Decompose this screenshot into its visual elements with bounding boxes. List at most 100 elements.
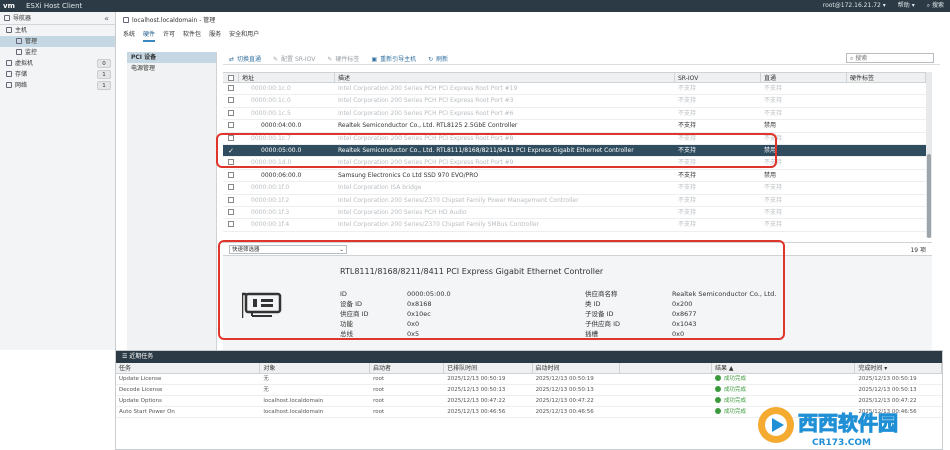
table-row[interactable]: 0000:00:1f.3 Intel Corporation 200 Series… [223,207,926,220]
checkbox[interactable] [228,122,234,129]
tab-3[interactable]: 软件包 [183,29,201,42]
checkbox[interactable] [228,196,234,203]
nav-item-icon [16,49,22,55]
grid-scrollbar[interactable] [926,72,932,238]
task-initiator: root [373,398,385,404]
row-checkbox[interactable] [223,83,239,94]
grid-header: 地址 描述 SR-IOV 直通 硬件标签 [223,72,926,83]
checkbox[interactable] [228,171,234,178]
table-row[interactable]: 0000:04:00.0 Realtek Semiconductor Co., L… [223,120,926,133]
checkbox[interactable] [228,221,234,228]
tab-5[interactable]: 安全和用户 [229,29,259,42]
table-row[interactable]: 0000:00:1f.4 Intel Corporation 200 Series… [223,219,926,232]
row-hardware-label [847,195,926,206]
checkbox[interactable] [228,97,234,104]
table-row[interactable]: 0000:00:1f.0 Intel Corporation ISA bridge… [223,182,926,195]
task-col-target[interactable]: 对象 [260,363,371,373]
row-passthrough: 不支持 [764,184,783,192]
task-col-task[interactable]: 任务 [116,363,261,373]
checkbox[interactable] [228,184,234,191]
column-address[interactable]: 地址 [239,73,335,82]
row-checkbox[interactable] [223,108,239,119]
tab-0[interactable]: 系统 [123,29,135,42]
task-col-result[interactable]: 结果 ▲ [712,363,856,373]
row-sriov: 不支持 [678,171,697,179]
row-checkbox[interactable] [223,170,239,181]
column-hardware-label[interactable]: 硬件标签 [847,73,926,82]
refresh-button[interactable]: ↻ 刷新 [428,54,448,63]
row-address: 0000:00:1f.0 [251,184,290,192]
checkbox[interactable] [228,85,234,91]
highlight-selected-row [216,133,777,168]
help-menu[interactable]: 帮助 ▾ [898,0,915,12]
task-col-completed[interactable]: 完成时间 ▾ [855,363,942,373]
nav-item-badge: 1 [97,70,111,79]
configure-sriov-button[interactable]: ✎ 配置 SR-IOV [273,54,315,63]
table-row[interactable]: 0000:00:1c.5 Intel Corporation 200 Series… [223,108,926,121]
task-row[interactable]: Update License 无 root 2025/12/13 00:50:19 20… [116,374,942,385]
success-icon [714,386,721,392]
subnav-item-0[interactable]: PCI 设备 [127,52,216,63]
row-checkbox[interactable] [223,95,239,106]
tab-4[interactable]: 服务 [209,29,221,42]
row-address: 0000:00:1f.4 [251,221,290,229]
nav-item-5[interactable]: 网络 1 [0,80,115,91]
task-col-queued[interactable]: 已排队时间 [444,363,533,373]
tab-2[interactable]: 许可 [163,29,175,42]
checkbox[interactable] [228,208,234,215]
hardware-label-button[interactable]: ✎ 硬件标签 [327,54,359,63]
task-initiator: root [373,387,385,393]
task-result-text: 成功完成 [723,409,746,415]
nav-item-label: 管理 [25,38,38,45]
row-description: Intel Corporation 200 Series PCH PCI Exp… [338,109,514,117]
table-row[interactable]: 0000:00:1c.0 Intel Corporation 200 Series… [223,83,926,96]
task-col-initiator[interactable]: 启动者 [370,363,445,373]
row-checkbox[interactable] [223,120,239,131]
row-checkbox[interactable] [223,195,239,206]
row-address: 0000:00:1c.0 [251,97,291,105]
task-col-started[interactable]: 启动时间 [533,363,621,373]
row-checkbox[interactable] [223,182,239,193]
user-menu[interactable]: root@172.16.21.72 ▾ [823,0,886,12]
navigator-header: 导航器 « [0,12,115,25]
tab-bar: 系统 硬件 许可 软件包 服务 安全和用户 [123,29,259,42]
table-row[interactable]: 0000:00:1c.0 Intel Corporation 200 Series… [223,95,926,108]
refresh-icon: ↻ [428,55,434,63]
row-address: 0000:00:1f.3 [251,208,290,216]
toggle-passthrough-button[interactable]: ⇄ 切换直通 [229,54,261,63]
subnav-item-1[interactable]: 电源管理 [127,63,216,74]
checkbox[interactable] [228,109,234,116]
svg-text:西西软件园: 西西软件园 [798,411,898,435]
scrollbar-thumb[interactable] [927,154,931,238]
task-queued: 2025/12/13 00:50:19 [447,376,506,382]
task-initiator: root [373,376,385,382]
row-hardware-label [847,95,926,106]
nav-item-0[interactable]: 主机 [0,25,115,36]
nav-item-2[interactable]: 监控 [0,47,115,58]
nav-item-icon [6,71,12,77]
nav-item-3[interactable]: 虚拟机 0 [0,58,115,69]
global-search[interactable]: ⌕ 搜索 [927,0,944,12]
nav-item-icon [6,60,12,66]
task-queued: 2025/12/13 00:50:13 [447,387,506,393]
tab-1[interactable]: 硬件 [143,29,156,42]
column-passthrough[interactable]: 直通 [761,73,847,82]
pci-search-input[interactable]: ⌕ 搜索 [846,53,934,63]
table-row[interactable]: 0000:06:00.0 Samsung Electronics Co Ltd S… [223,170,926,183]
task-result-text: 成功完成 [723,387,746,393]
table-row[interactable]: 0000:00:1f.2 Intel Corporation 200 Series… [223,195,926,207]
row-checkbox[interactable] [223,219,239,230]
column-description[interactable]: 描述 [335,73,675,82]
select-all-checkbox[interactable] [223,73,239,82]
reboot-host-button[interactable]: ▣ 重新引导主机 [371,54,416,63]
nav-item-4[interactable]: 存储 1 [0,69,115,80]
row-passthrough: 不支持 [764,85,783,92]
recent-tasks-header[interactable]: ☰ 近期任务 [116,351,942,363]
row-description: Intel Corporation 200 Series PCH PCI Exp… [338,85,518,92]
column-sriov[interactable]: SR-IOV [675,73,761,82]
task-task: Update Options [119,398,162,404]
task-row[interactable]: Decode License 无 root 2025/12/13 00:50:13 20… [116,385,942,396]
collapse-icon[interactable]: « [104,12,109,25]
nav-item-1[interactable]: 管理 [0,36,115,47]
row-checkbox[interactable] [223,207,239,218]
